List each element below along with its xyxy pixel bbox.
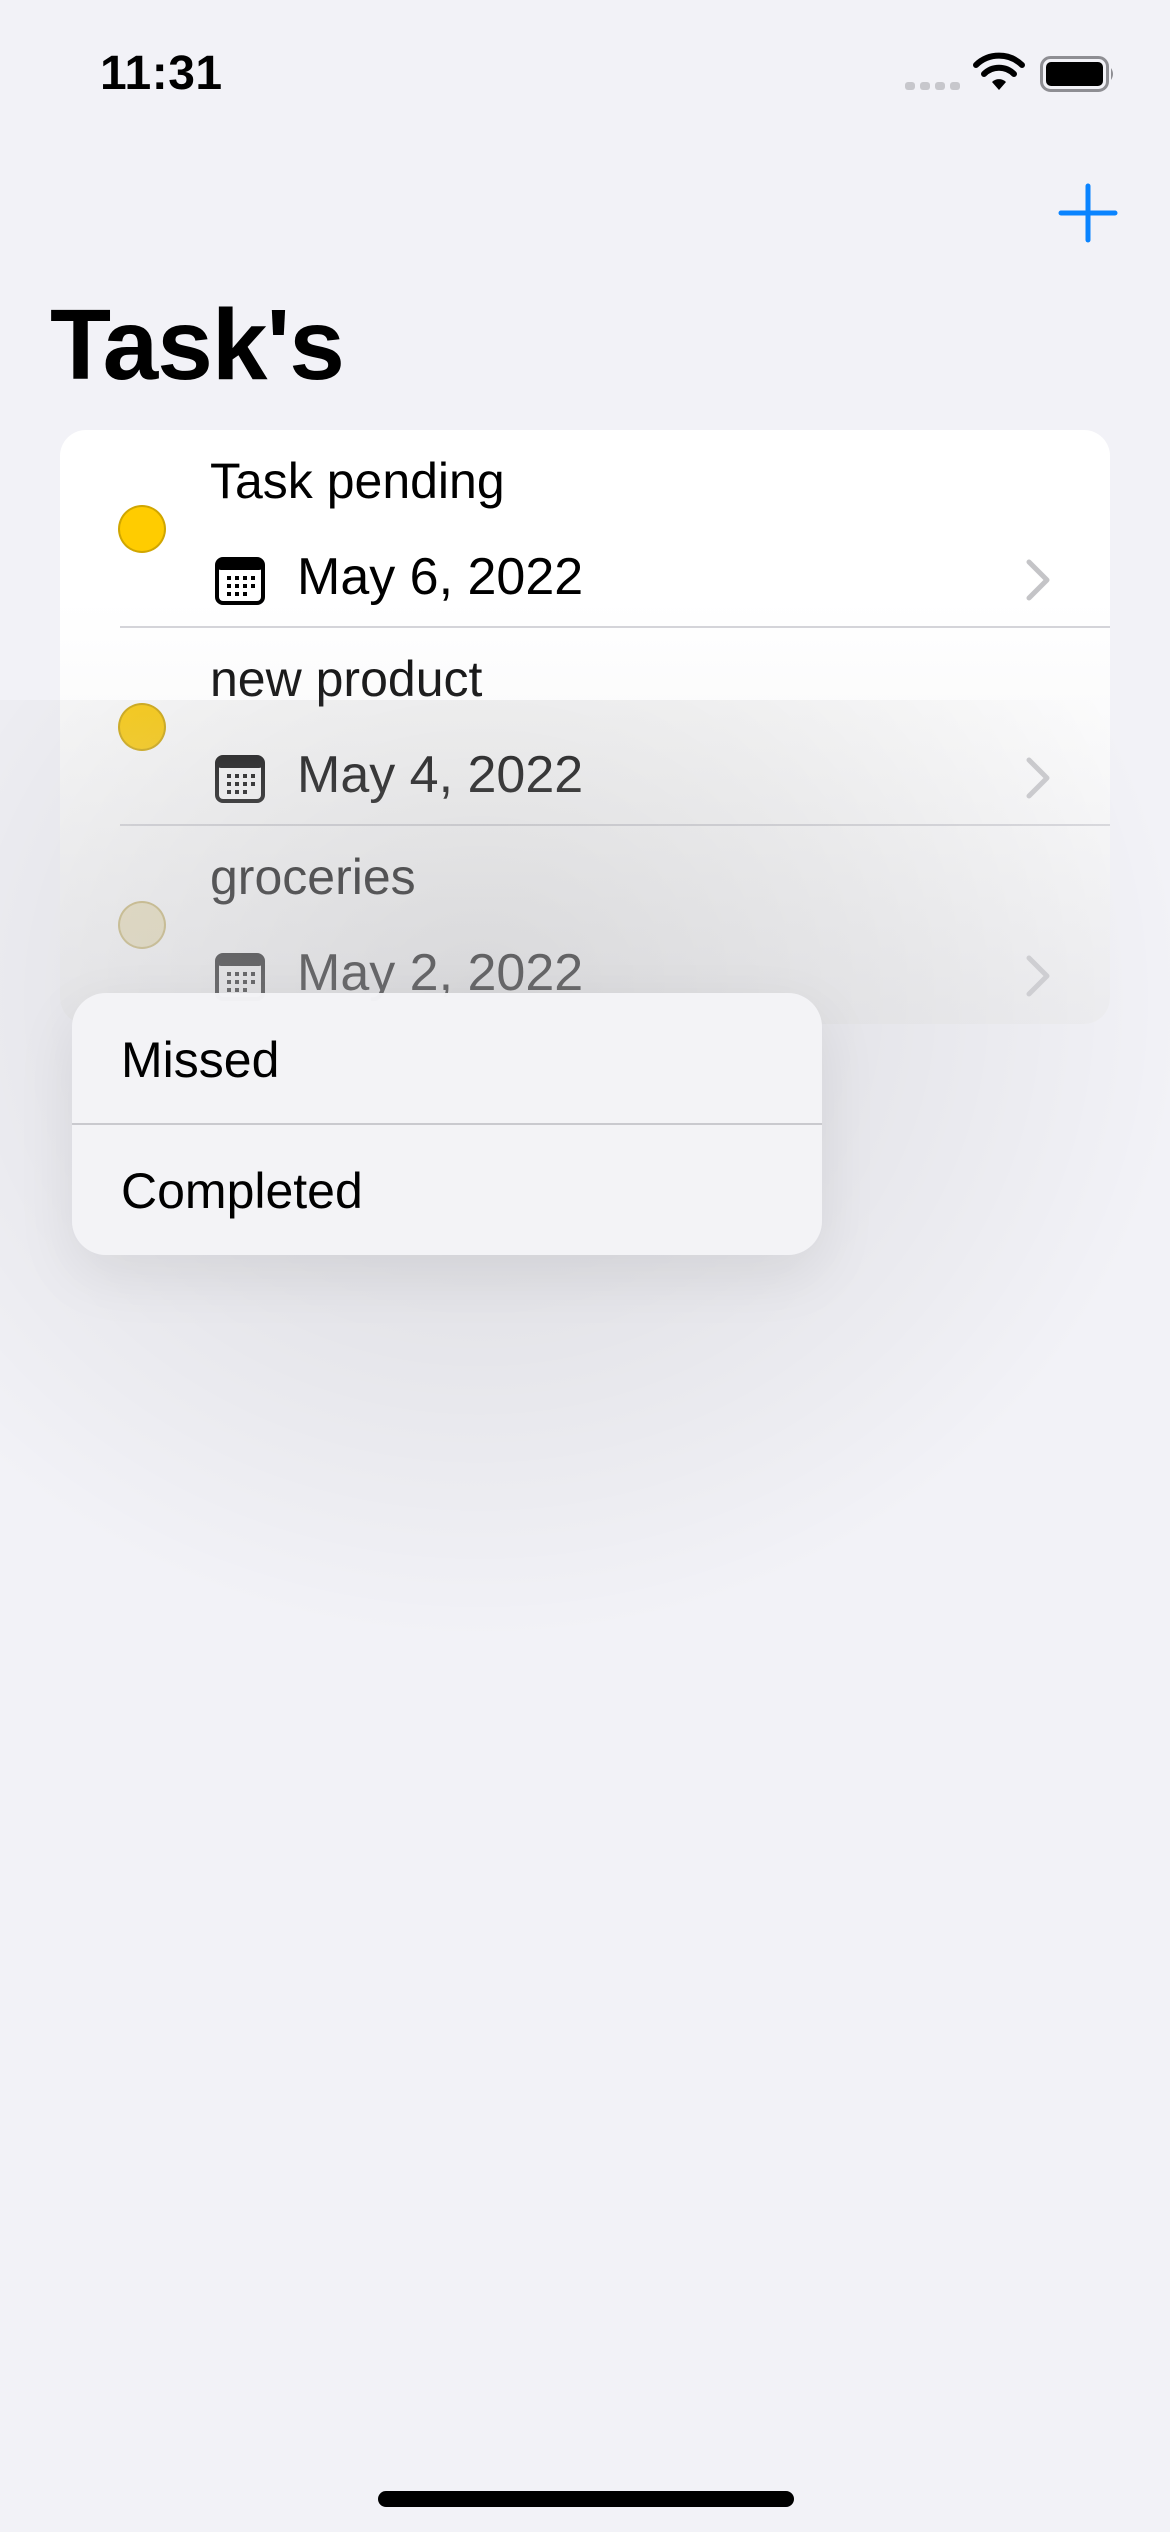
status-dot [118, 703, 166, 751]
task-row[interactable]: new product May 4, 2022 [60, 628, 1110, 826]
cellular-signal-icon [905, 82, 960, 90]
task-title: Task pending [210, 453, 505, 509]
status-dot [118, 901, 166, 949]
status-time: 11:31 [100, 47, 223, 100]
calendar-icon [215, 557, 265, 605]
calendar-icon [215, 755, 265, 803]
add-task-button[interactable] [1055, 180, 1121, 246]
chevron-right-icon [1026, 955, 1050, 997]
task-title: groceries [210, 849, 416, 905]
menu-item-label: Completed [121, 1163, 363, 1219]
task-date: May 6, 2022 [297, 548, 584, 606]
menu-item-label: Missed [121, 1032, 280, 1088]
screen: 11:31 Task's Task pending May 6, 2022 ne… [0, 0, 1170, 2532]
chevron-right-icon [1026, 757, 1050, 799]
menu-item-missed[interactable]: Missed [72, 993, 822, 1124]
task-title: new product [210, 651, 483, 707]
home-indicator[interactable] [378, 2491, 794, 2507]
battery-icon [1040, 56, 1113, 92]
task-row[interactable]: Task pending May 6, 2022 [60, 430, 1110, 628]
chevron-right-icon [1026, 559, 1050, 601]
menu-item-completed[interactable]: Completed [72, 1124, 822, 1255]
task-list: Task pending May 6, 2022 new product May… [60, 430, 1110, 1024]
context-menu: Missed Completed [72, 993, 822, 1255]
plus-icon [1058, 183, 1118, 243]
page-title: Task's [50, 289, 345, 401]
status-bar: 11:31 [0, 0, 1170, 150]
task-date: May 4, 2022 [297, 746, 584, 804]
status-dot [118, 505, 166, 553]
wifi-icon [973, 52, 1025, 90]
